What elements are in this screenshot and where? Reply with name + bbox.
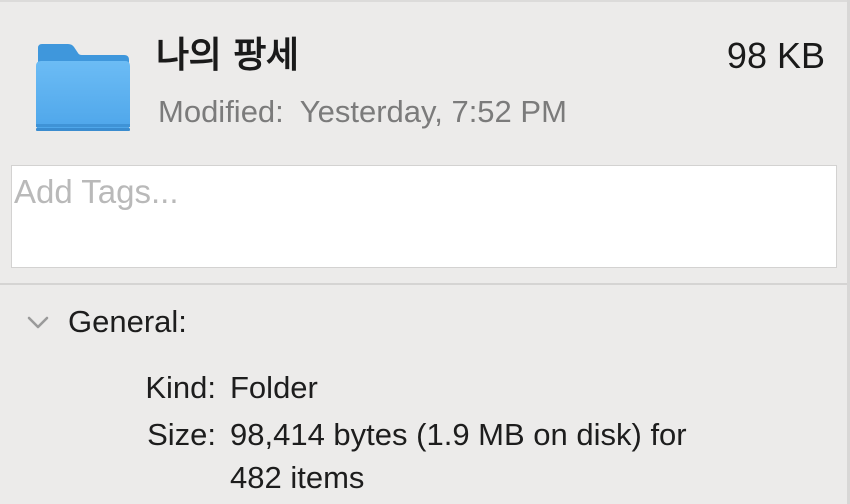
- file-name: 나의 팡세: [156, 35, 299, 76]
- section-divider: [0, 283, 847, 285]
- tags-input[interactable]: [14, 170, 814, 214]
- kind-label: Kind:: [145, 370, 216, 405]
- size-value: 98,414 bytes (1.9 MB on disk) for: [230, 417, 687, 452]
- modified-value: Yesterday, 7:52 PM: [299, 94, 567, 129]
- general-section-toggle[interactable]: General:: [24, 300, 187, 344]
- chevron-down-icon: [27, 316, 49, 329]
- general-section-title: General:: [68, 304, 187, 339]
- folder-icon: [36, 44, 130, 131]
- size-value-items: 482 items: [230, 460, 365, 495]
- file-size: 98 KB: [726, 35, 825, 76]
- modified-row: Modified: Yesterday, 7:52 PM: [158, 92, 567, 132]
- modified-label: Modified:: [158, 94, 284, 129]
- tags-field[interactable]: [11, 165, 837, 268]
- size-label: Size:: [147, 417, 216, 452]
- get-info-window: 나의 팡세 98 KB Modified: Yesterday, 7:52 PM …: [0, 0, 850, 504]
- kind-value: Folder: [230, 370, 318, 405]
- top-border: [0, 0, 850, 2]
